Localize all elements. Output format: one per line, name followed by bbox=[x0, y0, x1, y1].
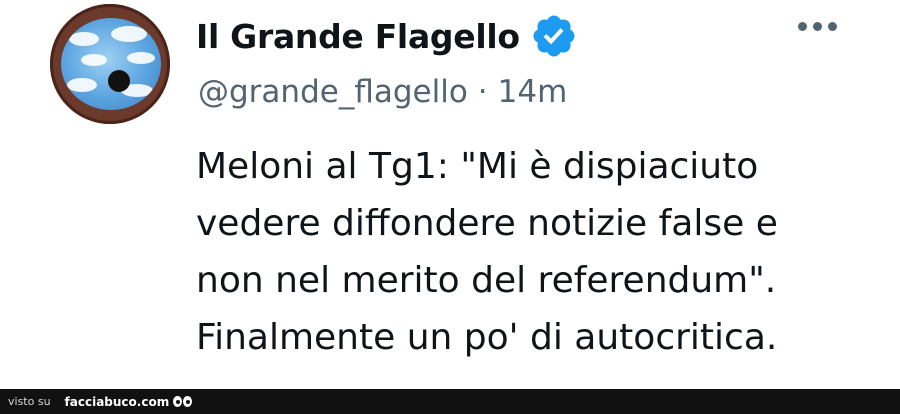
tweet-text: Meloni al Tg1: "Mi è dispiaciuto vedere … bbox=[196, 146, 778, 358]
avatar[interactable] bbox=[50, 4, 170, 124]
separator: · bbox=[477, 74, 488, 110]
author-name-row: Il Grande Flagello bbox=[196, 12, 578, 60]
handle[interactable]: @grande_flagello bbox=[198, 74, 468, 110]
display-name[interactable]: Il Grande Flagello bbox=[196, 17, 520, 56]
seen-on-label: visto su bbox=[8, 395, 51, 408]
more-options-icon[interactable] bbox=[798, 22, 837, 31]
eye-sky-image bbox=[61, 18, 161, 110]
timestamp[interactable]: 14m bbox=[498, 74, 568, 110]
eyes-logo-icon bbox=[173, 396, 193, 407]
site-name: facciabuco.com bbox=[64, 394, 170, 409]
verified-badge-icon bbox=[533, 15, 575, 57]
watermark-footer: visto su facciabuco.com bbox=[0, 389, 900, 414]
handle-row: @grande_flagello · 14m bbox=[198, 74, 567, 110]
pupil bbox=[108, 70, 130, 92]
